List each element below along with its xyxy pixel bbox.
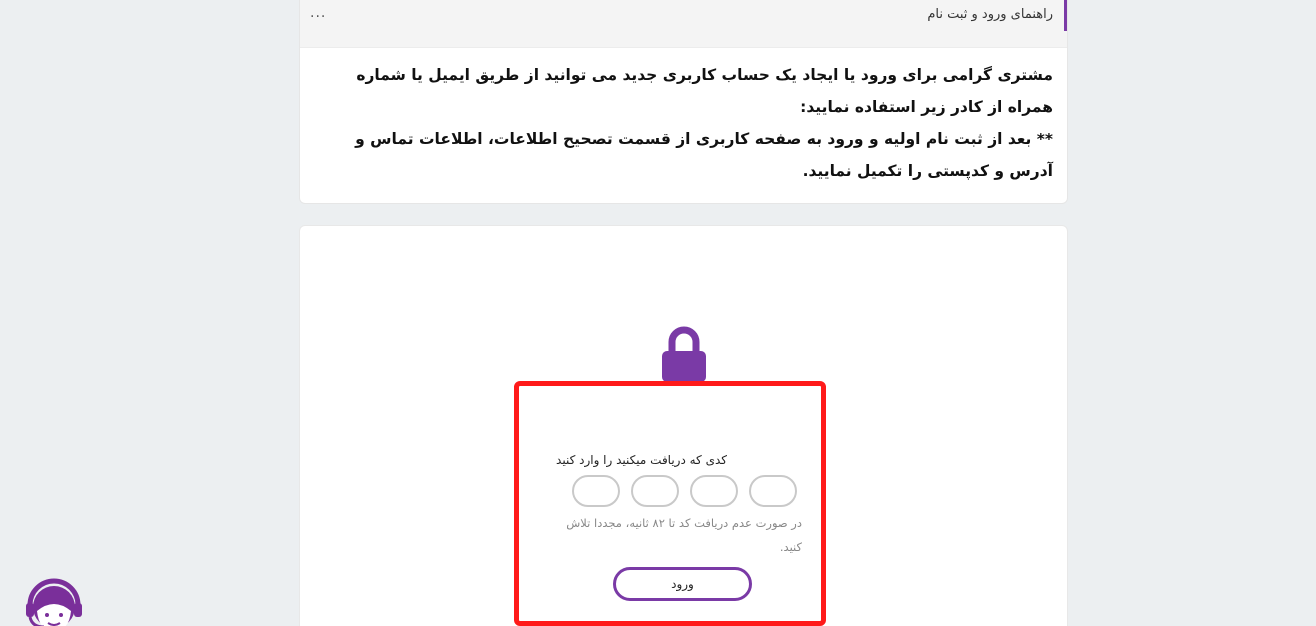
support-agent-icon[interactable]: [22, 575, 86, 626]
guide-title: راهنمای ورود و ثبت نام: [927, 7, 1053, 22]
login-guide-card: راهنمای ورود و ثبت نام ... مشتری گرامی ب…: [299, 0, 1068, 204]
lock-icon: [662, 326, 706, 382]
more-options-icon[interactable]: ...: [310, 5, 326, 21]
guide-text-line1: مشتری گرامی برای ورود یا ایجاد یک حساب ک…: [356, 66, 1053, 116]
otp-digit-input-1[interactable]: [749, 475, 797, 507]
otp-digit-input-2[interactable]: [690, 475, 738, 507]
guide-body: مشتری گرامی برای ورود یا ایجاد یک حساب ک…: [324, 59, 1053, 187]
otp-label: کدی که دریافت میکنید را وارد کنید: [556, 453, 727, 467]
guide-header: راهنمای ورود و ثبت نام ...: [300, 0, 1067, 48]
login-button[interactable]: ورود: [613, 567, 752, 601]
guide-accent-bar: [1064, 0, 1067, 31]
guide-text-line2: ** بعد از ثبت نام اولیه و ورود به صفحه ک…: [355, 130, 1053, 180]
resend-hint: در صورت عدم دریافت کد تا ۸۲ ثانیه، مجددا…: [566, 516, 802, 554]
otp-digit-input-3[interactable]: [631, 475, 679, 507]
page: راهنمای ورود و ثبت نام ... مشتری گرامی ب…: [0, 0, 1316, 626]
otp-digit-input-4[interactable]: [572, 475, 620, 507]
